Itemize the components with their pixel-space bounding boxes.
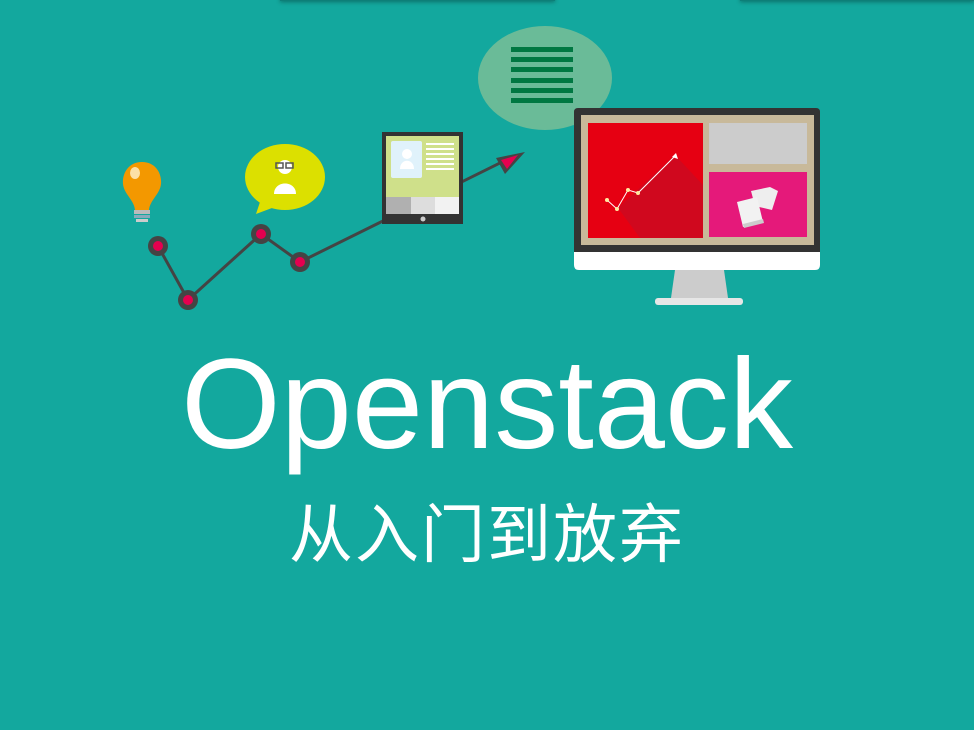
growth-line-icon — [148, 152, 525, 310]
tablet-icon — [382, 132, 463, 224]
monitor-icon — [574, 108, 820, 305]
slide-subtitle: 从入门到放弃 — [289, 499, 685, 571]
lightbulb-icon — [122, 162, 162, 222]
person-bubble-icon — [245, 144, 325, 214]
slide-title: Openstack — [181, 333, 793, 476]
illustration — [122, 26, 820, 310]
